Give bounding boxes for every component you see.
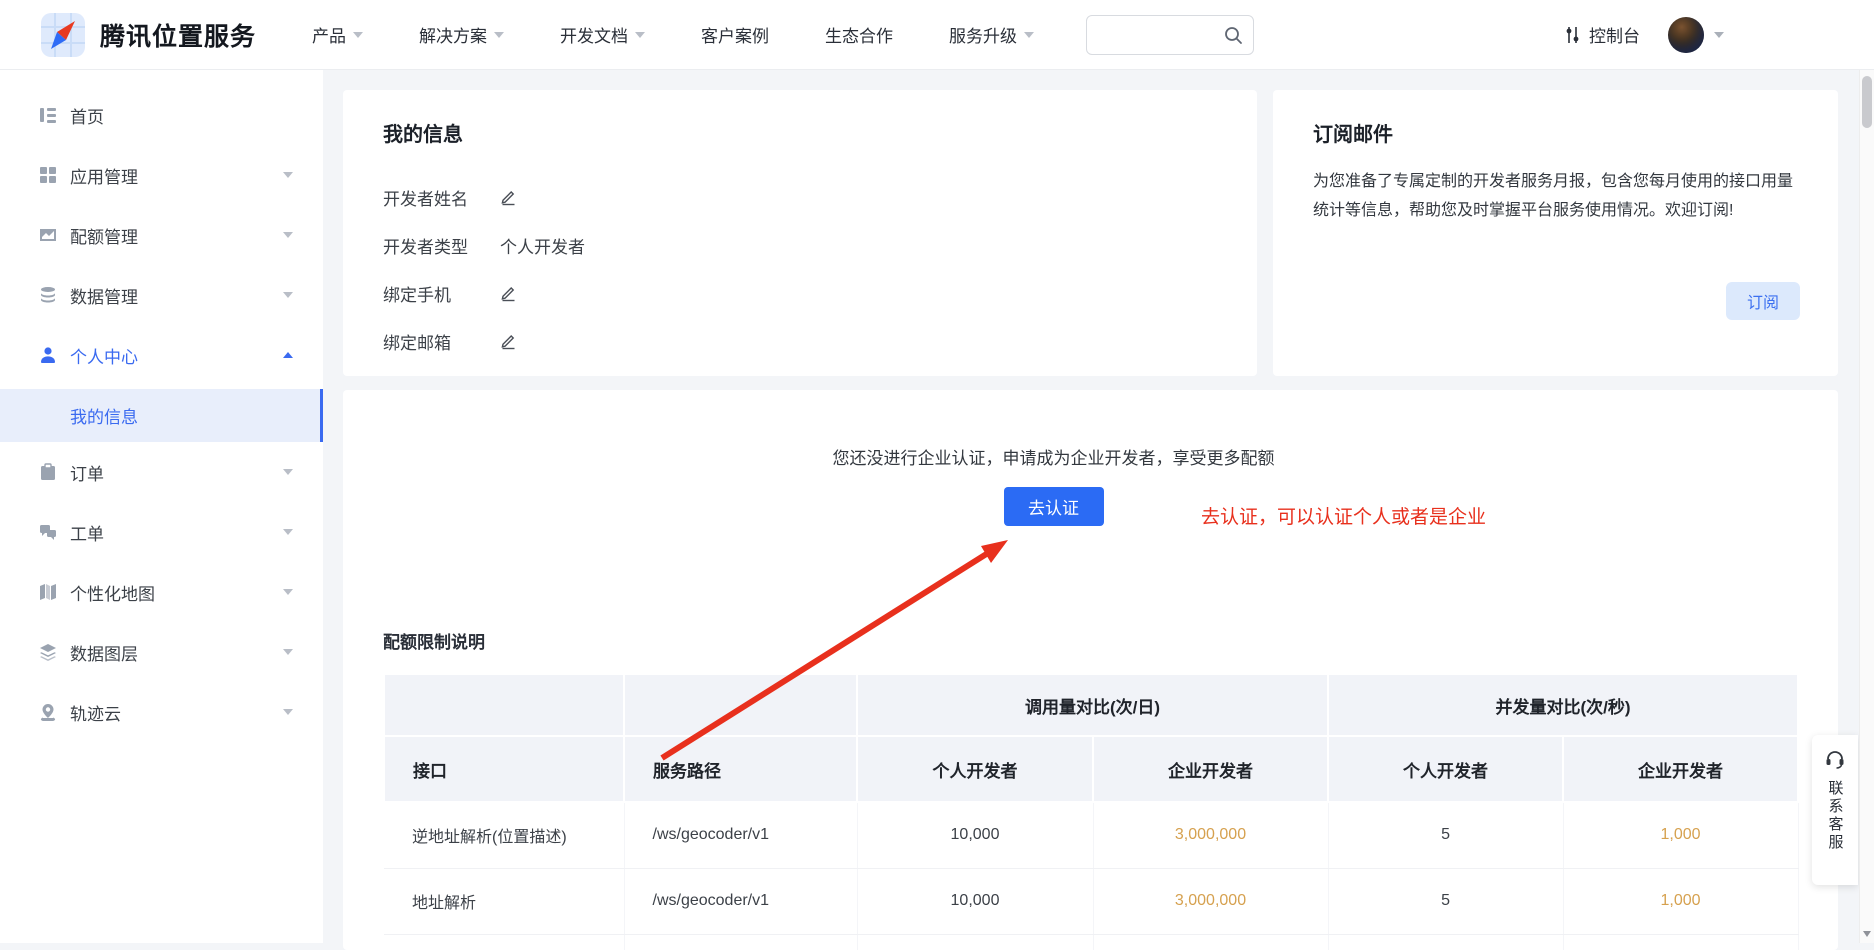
table-row: 地点搜索 /ws/place/v1/search 10,000 500,000 …: [384, 934, 1798, 950]
sidebar-subitem-my-info[interactable]: 我的信息: [0, 389, 323, 442]
chevron-down-icon: [494, 32, 504, 38]
col-header-api: 接口: [384, 736, 624, 802]
chevron-down-icon: [283, 232, 293, 238]
col-header-personal-daily: 个人开发者: [857, 736, 1093, 802]
console-link[interactable]: 控制台: [1564, 22, 1640, 47]
sidebar-item-custom-map[interactable]: 个性化地图: [0, 562, 323, 622]
table-row: 地址解析 /ws/geocoder/v1 10,000 3,000,000 5 …: [384, 868, 1798, 934]
chevron-down-icon[interactable]: [1714, 32, 1724, 38]
console-label: 控制台: [1589, 22, 1640, 47]
chevron-down-icon: [283, 172, 293, 178]
subscribe-description: 为您准备了专属定制的开发者服务月报，包含您每月使用的接口用量统计等信息，帮助您及…: [1313, 167, 1801, 225]
chevron-down-icon: [283, 292, 293, 298]
my-info-title: 我的信息: [383, 118, 1217, 147]
sidebar-item-tickets[interactable]: 工单: [0, 502, 323, 562]
headset-icon: [1824, 749, 1846, 771]
brand-logo-icon[interactable]: [40, 12, 86, 58]
table-row: 逆地址解析(位置描述) /ws/geocoder/v1 10,000 3,000…: [384, 802, 1798, 868]
red-annotation-text: 去认证，可以认证个人或者是企业: [1201, 502, 1486, 529]
field-developer-name: 开发者姓名: [383, 173, 1217, 221]
chevron-down-icon: [1024, 32, 1034, 38]
chevron-down-icon: [283, 589, 293, 595]
group-header-qps: 并发量对比(次/秒): [1328, 674, 1798, 736]
page-scrollbar[interactable]: [1859, 70, 1874, 943]
edit-icon[interactable]: [500, 189, 517, 206]
chat-bubbles-icon: [38, 522, 58, 542]
sidebar-item-quota[interactable]: 配额管理: [0, 205, 323, 265]
quota-card: 您还没进行企业认证，申请成为企业开发者，享受更多配额 去认证 去认证，可以认证个…: [343, 390, 1838, 950]
scrollbar-down-arrow-icon[interactable]: [1863, 931, 1871, 937]
edit-icon[interactable]: [500, 285, 517, 302]
contact-support-label: 联系客服: [1825, 780, 1846, 852]
table-header-row: 接口 服务路径 个人开发者 企业开发者 个人开发者 企业开发者: [384, 736, 1798, 802]
search-icon[interactable]: [1223, 25, 1243, 45]
nav-docs[interactable]: 开发文档: [560, 22, 645, 47]
brand-title: 腾讯位置服务: [100, 17, 256, 53]
nav-upgrade[interactable]: 服务升级: [949, 22, 1034, 47]
go-certify-button[interactable]: 去认证: [1004, 487, 1104, 526]
sidebar-item-apps[interactable]: 应用管理: [0, 145, 323, 205]
chevron-down-icon: [283, 529, 293, 535]
table-group-header-row: 调用量对比(次/日) 并发量对比(次/秒): [384, 674, 1798, 736]
certification-block: 您还没进行企业认证，申请成为企业开发者，享受更多配额 去认证: [383, 390, 1724, 526]
group-header-daily: 调用量对比(次/日): [857, 674, 1328, 736]
my-info-card: 我的信息 开发者姓名 开发者类型 个人开发者 绑定手机: [343, 90, 1257, 376]
map-icon: [38, 582, 58, 602]
quota-heading: 配额限制说明: [383, 628, 1798, 653]
main-content: 我的信息 开发者姓名 开发者类型 个人开发者 绑定手机: [323, 70, 1874, 943]
layers-icon: [38, 642, 58, 662]
chevron-down-icon: [353, 32, 363, 38]
sidebar-item-data-layers[interactable]: 数据图层: [0, 622, 323, 682]
sidebar-item-data[interactable]: 数据管理: [0, 265, 323, 325]
person-icon: [38, 345, 58, 365]
sliders-icon: [1564, 26, 1581, 44]
col-header-personal-qps: 个人开发者: [1328, 736, 1563, 802]
chart-icon: [38, 225, 58, 245]
location-pin-icon: [38, 702, 58, 722]
subscribe-title: 订阅邮件: [1313, 118, 1798, 147]
chevron-up-icon: [283, 352, 293, 358]
subscribe-mail-card: 订阅邮件 为您准备了专属定制的开发者服务月报，包含您每月使用的接口用量统计等信息…: [1273, 90, 1838, 376]
sidebar: 首页 应用管理 配额管理 数据管理 个人中心 我的信息 订单: [0, 70, 323, 943]
sidebar-item-orders[interactable]: 订单: [0, 442, 323, 502]
field-bound-email: 绑定邮箱: [383, 317, 1217, 365]
subscribe-button[interactable]: 订阅: [1726, 282, 1800, 320]
search-box[interactable]: [1086, 15, 1254, 55]
nav-products[interactable]: 产品: [312, 22, 363, 47]
chevron-down-icon: [283, 709, 293, 715]
chevron-down-icon: [283, 469, 293, 475]
nav-cases[interactable]: 客户案例: [701, 22, 769, 47]
field-bound-phone: 绑定手机: [383, 269, 1217, 317]
topbar: 腾讯位置服务 产品 解决方案 开发文档 客户案例 生态合作 服务升级 控制台: [0, 0, 1874, 70]
field-developer-type: 开发者类型 个人开发者: [383, 221, 1217, 269]
clipboard-icon: [38, 462, 58, 482]
developer-type-value: 个人开发者: [500, 233, 585, 258]
col-header-enterprise-daily: 企业开发者: [1093, 736, 1328, 802]
grid-icon: [38, 165, 58, 185]
sidebar-item-track-cloud[interactable]: 轨迹云: [0, 682, 323, 742]
quota-table: 调用量对比(次/日) 并发量对比(次/秒) 接口 服务路径 个人开发者 企业开发…: [383, 673, 1799, 950]
col-header-path: 服务路径: [624, 736, 857, 802]
home-list-icon: [38, 105, 58, 125]
nav-solutions[interactable]: 解决方案: [419, 22, 504, 47]
nav-ecosystem[interactable]: 生态合作: [825, 22, 893, 47]
sidebar-item-home[interactable]: 首页: [0, 85, 323, 145]
edit-icon[interactable]: [500, 333, 517, 350]
topbar-right: 控制台: [1564, 17, 1724, 53]
chevron-down-icon: [283, 649, 293, 655]
search-input[interactable]: [1097, 26, 1223, 43]
database-icon: [38, 285, 58, 305]
certification-notice: 您还没进行企业认证，申请成为企业开发者，享受更多配额: [383, 444, 1724, 469]
avatar[interactable]: [1668, 17, 1704, 53]
col-header-enterprise-qps: 企业开发者: [1563, 736, 1798, 802]
contact-support-widget[interactable]: 联系客服: [1812, 735, 1858, 885]
top-nav: 产品 解决方案 开发文档 客户案例 生态合作 服务升级: [312, 22, 1034, 47]
sidebar-item-personal-center[interactable]: 个人中心: [0, 325, 323, 385]
chevron-down-icon: [635, 32, 645, 38]
scrollbar-thumb[interactable]: [1862, 76, 1872, 128]
